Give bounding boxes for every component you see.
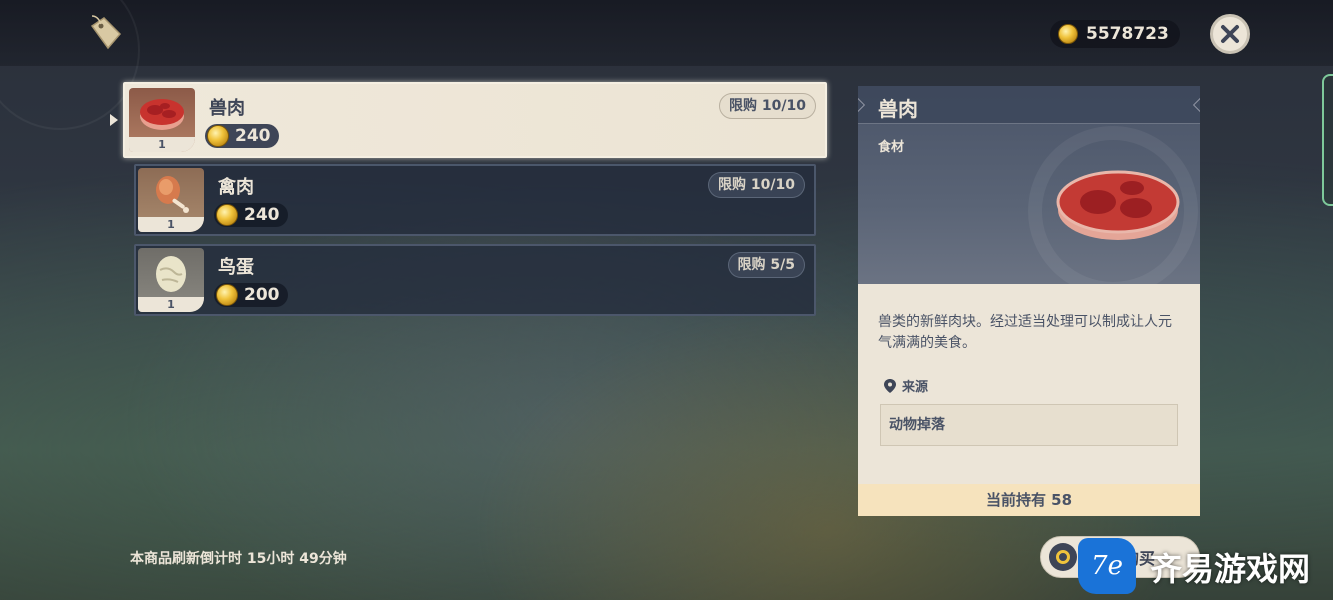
item-count: 1 bbox=[138, 217, 204, 232]
item-detail-panel: 兽肉 食材 兽类的新鲜肉块。经过适当处理可以制成让人元气满满的美食。 来源 动物… bbox=[858, 86, 1200, 516]
shop-item-row[interactable]: 1 禽肉 240 限购 10/10 bbox=[134, 164, 816, 236]
price-tag: 240 bbox=[214, 203, 288, 227]
shop-item-row[interactable]: 1 鸟蛋 200 限购 5/5 bbox=[134, 244, 816, 316]
raw-meat-icon bbox=[1056, 170, 1180, 240]
coin-icon bbox=[216, 204, 238, 226]
coin-icon bbox=[207, 125, 229, 147]
item-count: 1 bbox=[129, 137, 195, 152]
shop-tag-icon bbox=[90, 15, 122, 50]
close-icon bbox=[1221, 25, 1239, 43]
source-label: 来源 bbox=[902, 380, 929, 395]
item-name: 鸟蛋 bbox=[218, 257, 254, 278]
coin-icon bbox=[216, 284, 238, 306]
currency-amount: 5578723 bbox=[1086, 24, 1169, 44]
item-price: 240 bbox=[235, 126, 271, 146]
item-price: 200 bbox=[244, 285, 280, 305]
price-tag: 240 bbox=[205, 124, 279, 148]
holding-count-bar: 当前持有 58 bbox=[858, 484, 1200, 516]
detail-category: 食材 bbox=[878, 140, 905, 155]
item-price: 240 bbox=[244, 205, 280, 225]
diamond-ornament-icon bbox=[1192, 97, 1200, 113]
item-name: 禽肉 bbox=[218, 177, 254, 198]
watermark-text: 齐易游戏网 bbox=[1150, 550, 1311, 588]
bird-egg-icon bbox=[156, 256, 186, 292]
purchase-limit-badge: 限购 5/5 bbox=[727, 252, 805, 278]
item-thumbnail: 1 bbox=[138, 248, 204, 312]
side-panel-edge bbox=[1322, 74, 1333, 206]
item-description: 兽类的新鲜肉块。经过适当处理可以制成让人元气满满的美食。 bbox=[878, 314, 1172, 351]
price-tag: 200 bbox=[214, 283, 288, 307]
source-entry[interactable]: 动物掉落 bbox=[880, 404, 1178, 446]
fowl-icon bbox=[156, 176, 189, 213]
close-button[interactable] bbox=[1210, 14, 1250, 54]
detail-header: 兽肉 食材 bbox=[858, 86, 1200, 284]
detail-title-bar: 兽肉 bbox=[858, 86, 1200, 124]
refresh-countdown: 本商品刷新倒计时 15小时 49分钟 bbox=[130, 551, 347, 567]
purchase-limit-badge: 限购 10/10 bbox=[708, 172, 805, 198]
diamond-ornament-icon bbox=[858, 97, 866, 113]
raw-meat-icon bbox=[140, 99, 184, 130]
source-heading: 来源 bbox=[884, 376, 928, 395]
detail-title: 兽肉 bbox=[878, 97, 918, 121]
item-count: 1 bbox=[138, 297, 204, 312]
location-pin-icon bbox=[884, 378, 896, 393]
item-name: 兽肉 bbox=[209, 98, 245, 119]
item-thumbnail: 1 bbox=[129, 88, 195, 152]
watermark-logo-icon: 7e bbox=[1078, 538, 1136, 594]
site-watermark: 7e 齐易游戏网 bbox=[1072, 530, 1333, 600]
selection-pointer-icon bbox=[110, 114, 118, 126]
detail-body: 兽类的新鲜肉块。经过适当处理可以制成让人元气满满的美食。 来源 动物掉落 bbox=[858, 284, 1200, 484]
item-thumbnail: 1 bbox=[138, 168, 204, 232]
purchase-limit-badge: 限购 10/10 bbox=[719, 93, 816, 119]
coin-icon bbox=[1058, 24, 1078, 44]
currency-display: 5578723 bbox=[1050, 20, 1180, 48]
shop-item-row[interactable]: 1 兽肉 240 限购 10/10 bbox=[123, 82, 827, 158]
